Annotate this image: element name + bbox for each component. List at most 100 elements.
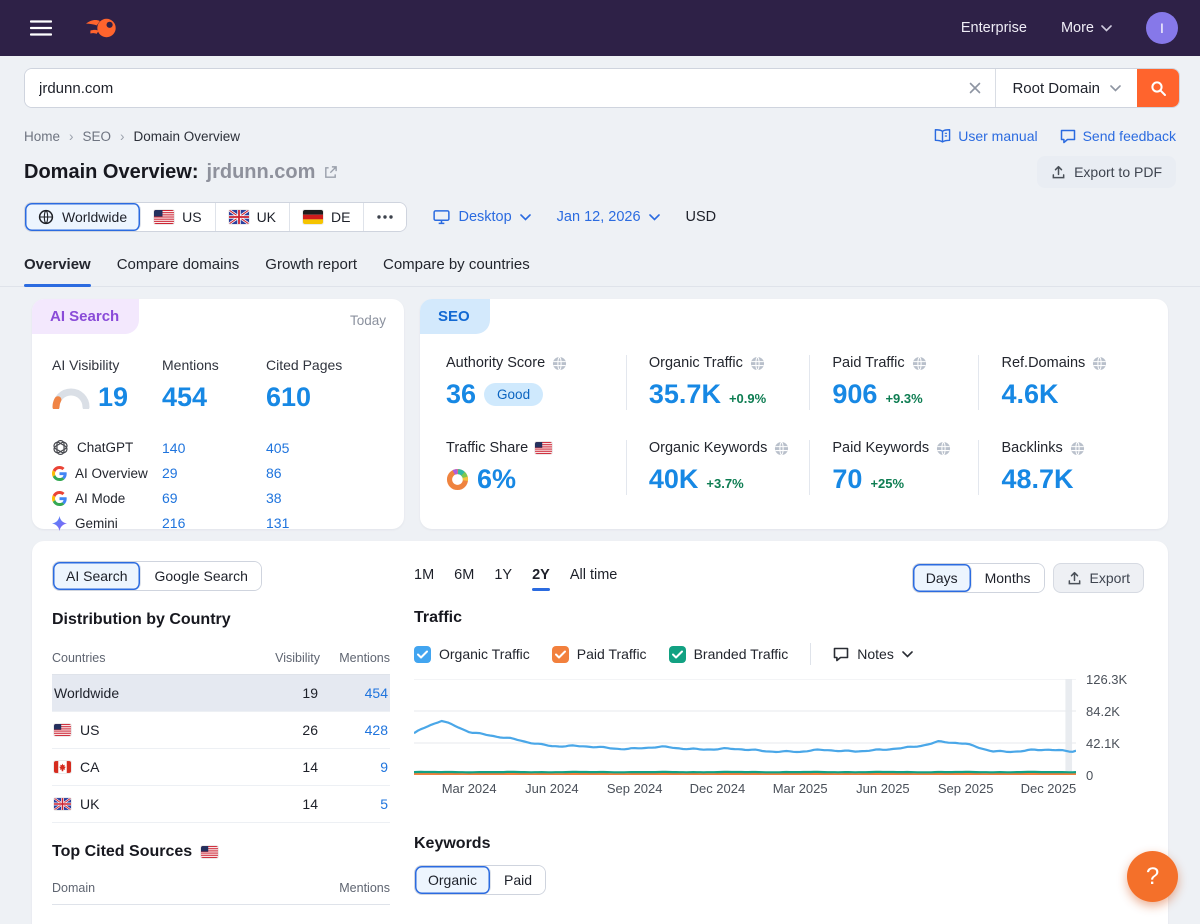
ai-mode-mentions[interactable]: 69: [162, 490, 266, 506]
region-us-button[interactable]: US: [141, 203, 216, 231]
semrush-logo[interactable]: [84, 16, 118, 40]
search-button[interactable]: [1137, 69, 1179, 107]
range-1y[interactable]: 1Y: [494, 567, 512, 589]
more-menu[interactable]: More: [1061, 20, 1112, 36]
clear-search-button[interactable]: [955, 69, 995, 107]
info-globe-icon[interactable]: [1070, 441, 1085, 456]
legend-branded-traffic[interactable]: Branded Traffic: [668, 645, 788, 663]
help-button[interactable]: ?: [1127, 851, 1178, 902]
info-globe-icon[interactable]: [912, 356, 927, 371]
ai-search-card-tab[interactable]: AI Search: [32, 299, 140, 334]
country-row-uk[interactable]: UK 14 5: [52, 786, 390, 823]
region-de-button[interactable]: DE: [290, 203, 365, 231]
cited-pages-value: 610: [266, 382, 312, 412]
paid-keywords-change: +25%: [870, 476, 905, 491]
globe-icon: [38, 209, 54, 225]
legend-organic-traffic[interactable]: Organic Traffic: [414, 645, 530, 663]
country-row-worldwide[interactable]: Worldwide 19 454: [52, 675, 390, 712]
platform-chatgpt: ChatGPT: [52, 439, 162, 456]
legend-paid-traffic[interactable]: Paid Traffic: [551, 645, 647, 663]
country-mentions[interactable]: 5: [318, 796, 388, 812]
organic-traffic-label: Organic Traffic: [648, 355, 743, 371]
paid-traffic-value[interactable]: 906: [832, 379, 877, 410]
info-globe-icon[interactable]: [552, 356, 567, 371]
region-worldwide-button[interactable]: Worldwide: [25, 203, 142, 231]
ai-search-toggle-button[interactable]: AI Search: [53, 562, 142, 590]
ai-mode-cited[interactable]: 38: [266, 490, 384, 506]
chatgpt-mentions[interactable]: 140: [162, 440, 266, 456]
platform-chatgpt-label: ChatGPT: [77, 440, 134, 455]
range-1m[interactable]: 1M: [414, 567, 434, 589]
export-to-pdf-button[interactable]: Export to PDF: [1037, 156, 1176, 188]
send-feedback-label: Send feedback: [1082, 128, 1176, 144]
date-select[interactable]: Jan 12, 2026: [557, 209, 660, 225]
search-scope-select[interactable]: Root Domain: [995, 69, 1137, 107]
ai-overview-mentions[interactable]: 29: [162, 465, 266, 481]
info-globe-icon[interactable]: [774, 441, 789, 456]
enterprise-link[interactable]: Enterprise: [961, 20, 1027, 36]
gemini-cited[interactable]: 131: [266, 515, 384, 531]
checkbox-checked-icon[interactable]: [551, 645, 569, 663]
checkbox-checked-icon[interactable]: [668, 645, 686, 663]
book-icon: [934, 129, 951, 143]
platform-gemini-label: Gemini: [75, 515, 118, 531]
info-globe-icon[interactable]: [1092, 356, 1107, 371]
details-panel: AI Search Google Search Distribution by …: [32, 541, 1168, 924]
organic-keywords-toggle-button[interactable]: Organic: [415, 866, 492, 894]
ref-domains-value[interactable]: 4.6K: [1001, 379, 1058, 410]
breadcrumb-home[interactable]: Home: [24, 129, 60, 144]
tab-growth-report[interactable]: Growth report: [265, 256, 357, 286]
paid-keywords-value[interactable]: 70: [832, 464, 862, 495]
more-regions-button[interactable]: [364, 203, 407, 231]
avatar[interactable]: I: [1146, 12, 1178, 44]
country-row-ca[interactable]: CA 14 9: [52, 749, 390, 786]
days-toggle-button[interactable]: Days: [912, 564, 972, 592]
ai-visibility-header: AI Visibility: [52, 357, 120, 373]
google-search-toggle-button[interactable]: Google Search: [141, 562, 261, 590]
device-select[interactable]: Desktop: [433, 209, 531, 225]
info-globe-icon[interactable]: [750, 356, 765, 371]
tab-compare-domains[interactable]: Compare domains: [117, 256, 240, 286]
info-globe-icon[interactable]: [936, 441, 951, 456]
platform-gemini: Gemini: [52, 515, 162, 531]
external-link-icon[interactable]: [323, 165, 338, 180]
export-button[interactable]: Export: [1052, 563, 1144, 593]
user-manual-link[interactable]: User manual: [934, 128, 1038, 144]
country-mentions[interactable]: 9: [318, 759, 388, 775]
country-mentions[interactable]: 428: [318, 722, 388, 738]
hamburger-menu-button[interactable]: [24, 14, 58, 42]
region-uk-button[interactable]: UK: [215, 203, 291, 231]
tab-overview[interactable]: Overview: [24, 256, 91, 287]
ai-overview-cited[interactable]: 86: [266, 465, 384, 481]
send-feedback-link[interactable]: Send feedback: [1060, 128, 1176, 144]
page-title-domain: jrdunn.com: [206, 160, 316, 183]
backlinks-value[interactable]: 48.7K: [1001, 464, 1073, 495]
de-flag-icon: [303, 210, 324, 224]
tab-compare-by-countries[interactable]: Compare by countries: [383, 256, 530, 286]
backlinks-label: Backlinks: [1001, 440, 1063, 456]
range-all-time[interactable]: All time: [570, 567, 618, 589]
organic-traffic-value[interactable]: 35.7K: [649, 379, 721, 410]
organic-keywords-value[interactable]: 40K: [649, 464, 699, 495]
paid-keywords-toggle-button[interactable]: Paid: [491, 866, 546, 894]
traffic-chart[interactable]: [414, 679, 1076, 775]
country-visibility: 14: [302, 796, 318, 812]
search-icon: [1150, 80, 1166, 96]
country-mentions[interactable]: 454: [318, 685, 388, 701]
col-countries: Countries: [52, 651, 106, 665]
seo-card-tab[interactable]: SEO: [420, 299, 490, 334]
checkbox-checked-icon[interactable]: [414, 645, 431, 663]
range-6m[interactable]: 6M: [454, 567, 474, 589]
ca-flag-icon: [54, 761, 71, 773]
country-row-us[interactable]: US 26 428: [52, 712, 390, 749]
chatgpt-cited[interactable]: 405: [266, 440, 384, 456]
authority-score-metric: Authority Score 36 Good: [446, 355, 626, 410]
x-tick-label: Sep 2024: [606, 781, 663, 796]
breadcrumb-seo[interactable]: SEO: [60, 129, 112, 144]
search-input[interactable]: [25, 69, 956, 107]
notes-dropdown[interactable]: Notes: [833, 646, 913, 662]
range-2y[interactable]: 2Y: [532, 567, 550, 591]
gemini-mentions[interactable]: 216: [162, 515, 266, 531]
uk-flag-icon: [54, 798, 71, 810]
months-toggle-button[interactable]: Months: [971, 564, 1044, 592]
